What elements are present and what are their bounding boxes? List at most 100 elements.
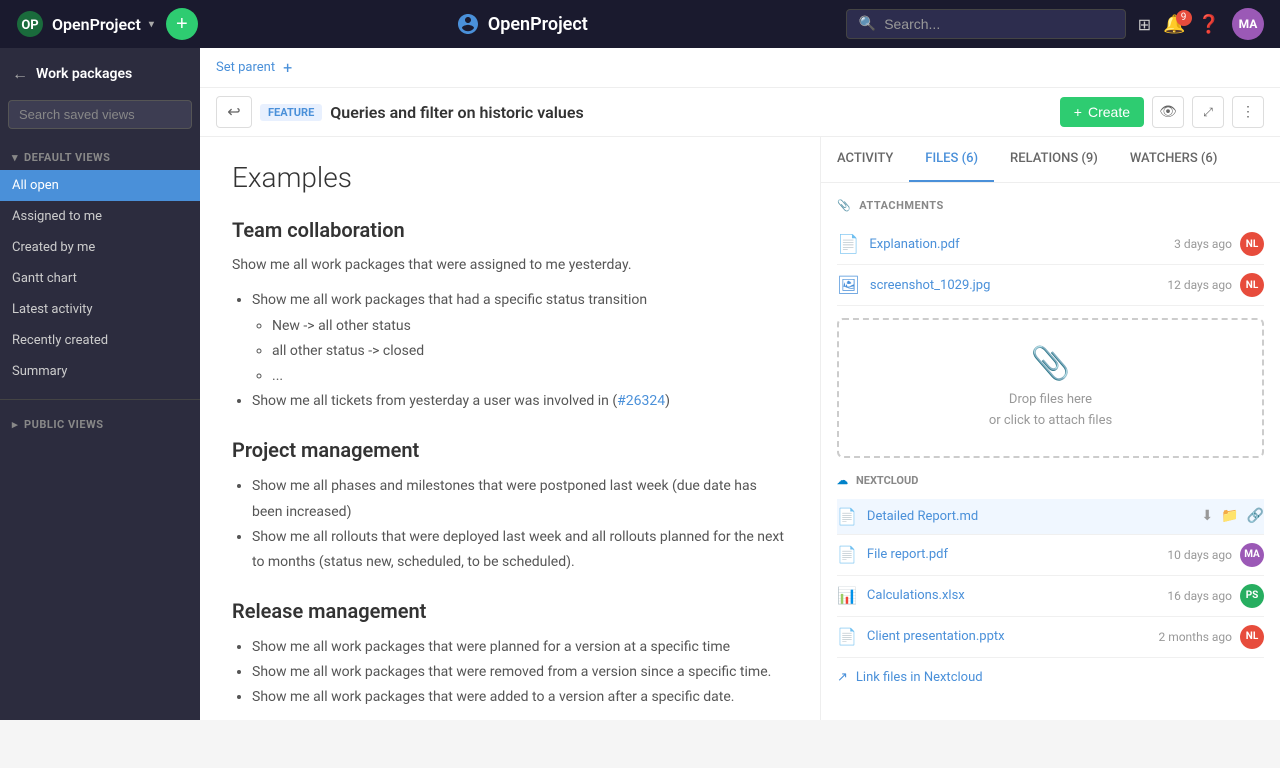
nextcloud-icon: ☁ — [837, 474, 848, 487]
nc-file-name-link[interactable]: Calculations.xlsx — [867, 588, 1167, 603]
panel-tabs: ACTIVITY FILES (6) RELATIONS (9) WATCHER… — [821, 137, 1280, 183]
nc-file-avatar: PS — [1240, 584, 1264, 608]
sidebar-item-assigned-to-me[interactable]: Assigned to me — [0, 201, 200, 232]
chevron-right-icon: ▸ — [12, 418, 18, 431]
default-views-section: ▾ DEFAULT VIEWS All open Assigned to me … — [0, 137, 200, 395]
public-views-label: PUBLIC VIEWS — [24, 418, 103, 431]
chevron-down-icon: ▾ — [12, 151, 18, 164]
create-button[interactable]: + Create — [1060, 97, 1144, 127]
help-button[interactable]: ❓ — [1198, 14, 1220, 35]
notifications-button[interactable]: 🔔 9 — [1163, 14, 1185, 35]
document-area: Examples Team collaboration Show me all … — [200, 137, 820, 720]
nextcloud-section: ☁ NEXTCLOUD 📄 Detailed Report.md ⬇ 📁 🔗 — [837, 474, 1264, 693]
work-package-title: Queries and filter on historic values — [330, 103, 1052, 122]
more-actions-button[interactable]: ⋮ — [1232, 96, 1264, 128]
nc-file-item: 📄 Detailed Report.md ⬇ 📁 🔗 — [837, 499, 1264, 535]
sidebar-title: Work packages — [36, 66, 132, 82]
main-layout: ← Work packages ▾ DEFAULT VIEWS All open… — [0, 48, 1280, 720]
list-item: Show me all work packages that were plan… — [252, 635, 788, 660]
project-mgmt-list: Show me all phases and milestones that w… — [252, 474, 788, 575]
brand-chevron: ▾ — [149, 19, 154, 30]
md-file-icon: 📄 — [837, 507, 857, 526]
back-button[interactable]: ↩ — [216, 96, 252, 128]
search-input[interactable] — [884, 16, 1113, 32]
nc-file-meta: 16 days ago PS — [1167, 584, 1264, 608]
sidebar-header[interactable]: ← Work packages — [0, 48, 200, 92]
unlink-icon[interactable]: 🔗 — [1247, 508, 1264, 524]
sidebar-item-gantt-chart[interactable]: Gantt chart — [0, 263, 200, 294]
nc-file-item: 📊 Calculations.xlsx 16 days ago PS — [837, 576, 1264, 617]
section-release-mgmt: Release management — [232, 599, 788, 623]
clip-icon: 📎 — [863, 344, 1238, 382]
public-views-title[interactable]: ▸ PUBLIC VIEWS — [0, 412, 200, 437]
attachment-avatar: NL — [1240, 232, 1264, 256]
team-collab-intro: Show me all work packages that were assi… — [232, 254, 788, 276]
sidebar-item-created-by-me[interactable]: Created by me — [0, 232, 200, 263]
attachment-name-link[interactable]: Explanation.pdf — [869, 237, 1174, 252]
list-item: Show me all phases and milestones that w… — [252, 474, 788, 524]
nc-file-avatar: MA — [1240, 543, 1264, 567]
sidebar-item-summary[interactable]: Summary — [0, 356, 200, 387]
nc-file-name-link[interactable]: Client presentation.pptx — [867, 629, 1159, 644]
nc-file-date: 2 months ago — [1158, 630, 1232, 644]
xlsx-file-icon: 📊 — [837, 586, 857, 605]
file-drop-zone[interactable]: 📎 Drop files hereor click to attach file… — [837, 318, 1264, 458]
pdf-icon: 📄 — [837, 234, 859, 255]
team-collab-list: Show me all work packages that had a spe… — [252, 288, 788, 414]
tab-files[interactable]: FILES (6) — [909, 137, 994, 182]
link-nextcloud-files-button[interactable]: ↗ Link files in Nextcloud — [837, 662, 1264, 693]
public-views-section: ▸ PUBLIC VIEWS — [0, 404, 200, 445]
main-content: Set parent + ↩ FEATURE Queries and filte… — [200, 48, 1280, 720]
list-item: Show me all tickets from yesterday a use… — [252, 389, 788, 414]
nc-file-date: 16 days ago — [1167, 589, 1232, 603]
folder-icon[interactable]: 📁 — [1221, 508, 1238, 524]
set-parent-link[interactable]: Set parent — [216, 60, 275, 75]
brand-logo[interactable]: OP OpenProject ▾ — [16, 10, 154, 38]
nc-file-meta: 10 days ago MA — [1167, 543, 1264, 567]
attachment-avatar: NL — [1240, 273, 1264, 297]
new-item-button[interactable]: + — [166, 8, 198, 40]
external-link-icon: ↗ — [837, 670, 848, 685]
nc-file-date: 10 days ago — [1167, 548, 1232, 562]
search-icon: 🔍 — [859, 16, 876, 32]
content-area: Examples Team collaboration Show me all … — [200, 137, 1280, 720]
nc-file-name-link[interactable]: File report.pdf — [867, 547, 1167, 562]
attachment-name-link[interactable]: screenshot_1029.jpg — [870, 278, 1168, 293]
list-item: Show me all rollouts that were deployed … — [252, 525, 788, 575]
nc-file-avatar: NL — [1240, 625, 1264, 649]
feature-badge: FEATURE — [260, 104, 322, 121]
nc-file-name-link[interactable]: Detailed Report.md — [867, 509, 1201, 524]
list-item: all other status -> closed — [272, 339, 788, 364]
global-search[interactable]: 🔍 — [846, 9, 1126, 39]
tab-activity[interactable]: ACTIVITY — [821, 137, 909, 182]
download-icon[interactable]: ⬇ — [1201, 508, 1213, 524]
view-button[interactable]: 👁 — [1152, 96, 1184, 128]
saved-views-search-input[interactable] — [8, 100, 192, 129]
pdf-file-icon: 📄 — [837, 545, 857, 564]
brand-name: OpenProject — [52, 15, 141, 34]
panel-content: 📎 ATTACHMENTS 📄 Explanation.pdf 3 days a… — [821, 183, 1280, 720]
sidebar-search[interactable] — [8, 100, 192, 129]
nextcloud-label: NEXTCLOUD — [856, 474, 918, 487]
sidebar-item-all-open[interactable]: All open — [0, 170, 200, 201]
breadcrumb: Set parent + — [200, 48, 1280, 88]
list-item: ... — [272, 364, 788, 389]
tab-watchers[interactable]: WATCHERS (6) — [1114, 137, 1234, 182]
add-parent-icon[interactable]: + — [283, 58, 292, 77]
default-views-title[interactable]: ▾ DEFAULT VIEWS — [0, 145, 200, 170]
sidebar-back-icon[interactable]: ← — [12, 64, 28, 84]
sidebar-item-latest-activity[interactable]: Latest activity — [0, 294, 200, 325]
topbar-center: OpenProject — [210, 12, 834, 36]
list-item: Show me all work packages that were remo… — [252, 660, 788, 685]
user-avatar[interactable]: MA — [1232, 8, 1264, 40]
drop-label: Drop files hereor click to attach files — [863, 390, 1238, 432]
app-logo: OpenProject — [456, 12, 588, 36]
fullscreen-button[interactable]: ⤢ — [1192, 96, 1224, 128]
ticket-link[interactable]: #26324 — [617, 393, 665, 409]
nc-file-item: 📄 Client presentation.pptx 2 months ago … — [837, 617, 1264, 658]
tab-relations[interactable]: RELATIONS (9) — [994, 137, 1114, 182]
grid-icon[interactable]: ⊞ — [1138, 15, 1151, 34]
paperclip-icon: 📎 — [837, 199, 851, 212]
sidebar-item-recently-created[interactable]: Recently created — [0, 325, 200, 356]
create-label: Create — [1088, 104, 1130, 120]
